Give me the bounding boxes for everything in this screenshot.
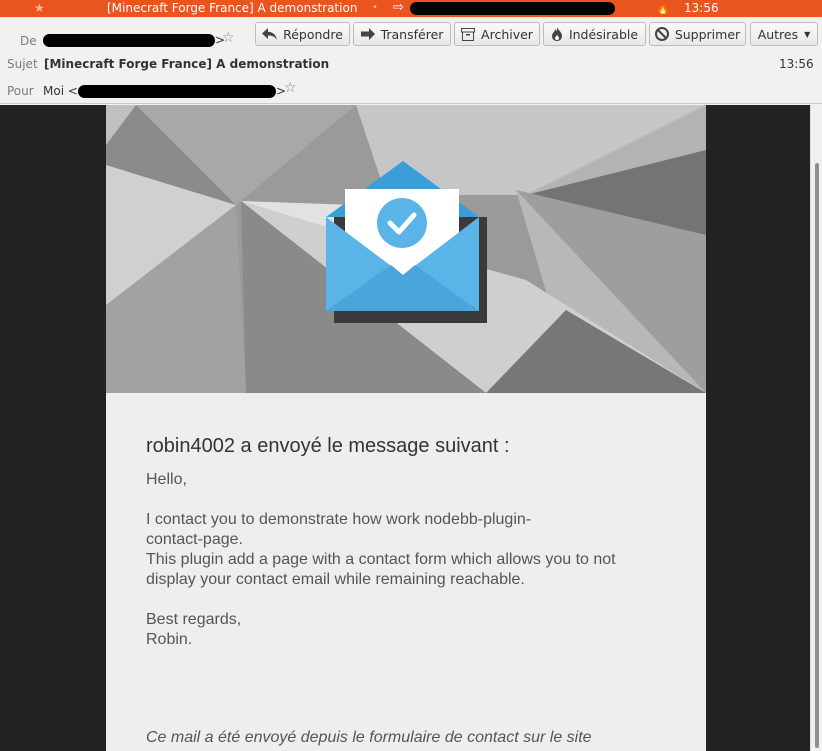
delete-button[interactable]: Supprimer	[649, 22, 746, 46]
tab-bar: ★ [Minecraft Forge France] A demonstrati…	[0, 0, 822, 17]
message-body-pane[interactable]: robin4002 a envoyé le message suivant : …	[0, 105, 810, 751]
subject-value: [Minecraft Forge France] A demonstration	[44, 57, 330, 71]
reply-label: Répondre	[283, 26, 343, 42]
archive-icon	[461, 27, 476, 41]
junk-label: Indésirable	[568, 26, 639, 42]
archive-label: Archiver	[481, 26, 533, 42]
flame-icon: 🔥	[656, 2, 670, 15]
delete-icon	[654, 27, 669, 41]
email-card: robin4002 a envoyé le message suivant : …	[106, 105, 706, 751]
email-greeting: Hello,	[146, 471, 187, 488]
email-content: robin4002 a envoyé le message suivant : …	[146, 435, 666, 746]
forward-arrow-icon: ⇨	[393, 0, 404, 15]
message-time: 13:56	[779, 57, 814, 71]
forward-label: Transférer	[380, 26, 444, 42]
forward-icon	[360, 28, 375, 40]
to-label: Pour	[7, 84, 34, 98]
scrollbar[interactable]	[810, 105, 822, 751]
junk-button[interactable]: Indésirable	[543, 22, 646, 46]
subject-label: Sujet	[7, 57, 38, 71]
email-heading: robin4002 a envoyé le message suivant :	[146, 435, 510, 457]
email-body-line: contact-page.	[146, 531, 243, 548]
reply-button[interactable]: Répondre	[255, 22, 350, 46]
email-body-line: This plugin add a page with a contact fo…	[146, 551, 616, 568]
to-star-icon[interactable]: ☆	[284, 80, 297, 96]
forward-button[interactable]: Transférer	[353, 22, 451, 46]
more-button[interactable]: Autres ▼	[750, 22, 818, 46]
reply-icon	[262, 28, 278, 40]
tab-dot-icon: •	[372, 2, 378, 13]
from-star-icon[interactable]: ☆	[222, 30, 235, 46]
tab-time: 13:56	[684, 1, 719, 15]
more-label: Autres	[757, 26, 799, 42]
chevron-down-icon: ▼	[804, 29, 811, 39]
archive-button[interactable]: Archiver	[454, 22, 540, 46]
banner-image	[106, 105, 706, 393]
email-regards: Best regards,	[146, 611, 242, 628]
from-redacted[interactable]	[43, 34, 215, 47]
tab-title[interactable]: [Minecraft Forge France] A demonstration	[107, 0, 357, 17]
tab-star-icon[interactable]: ★	[34, 0, 45, 17]
email-footer: Ce mail a été envoyé depuis le formulair…	[146, 729, 592, 746]
to-value[interactable]: Moi <	[43, 84, 78, 98]
email-signature: Robin.	[146, 631, 193, 648]
email-body-line: display your contact email while remaini…	[146, 571, 525, 588]
email-body-line: I contact you to demonstrate how work no…	[146, 511, 532, 528]
junk-flame-icon	[551, 27, 562, 41]
to-redacted	[78, 85, 276, 98]
delete-label: Supprimer	[674, 26, 741, 42]
message-header: De > ☆ Répondre Transférer Archiver Indé…	[0, 17, 822, 104]
redacted-address	[410, 2, 615, 15]
scrollbar-thumb[interactable]	[815, 163, 819, 748]
from-label: De	[20, 34, 37, 48]
